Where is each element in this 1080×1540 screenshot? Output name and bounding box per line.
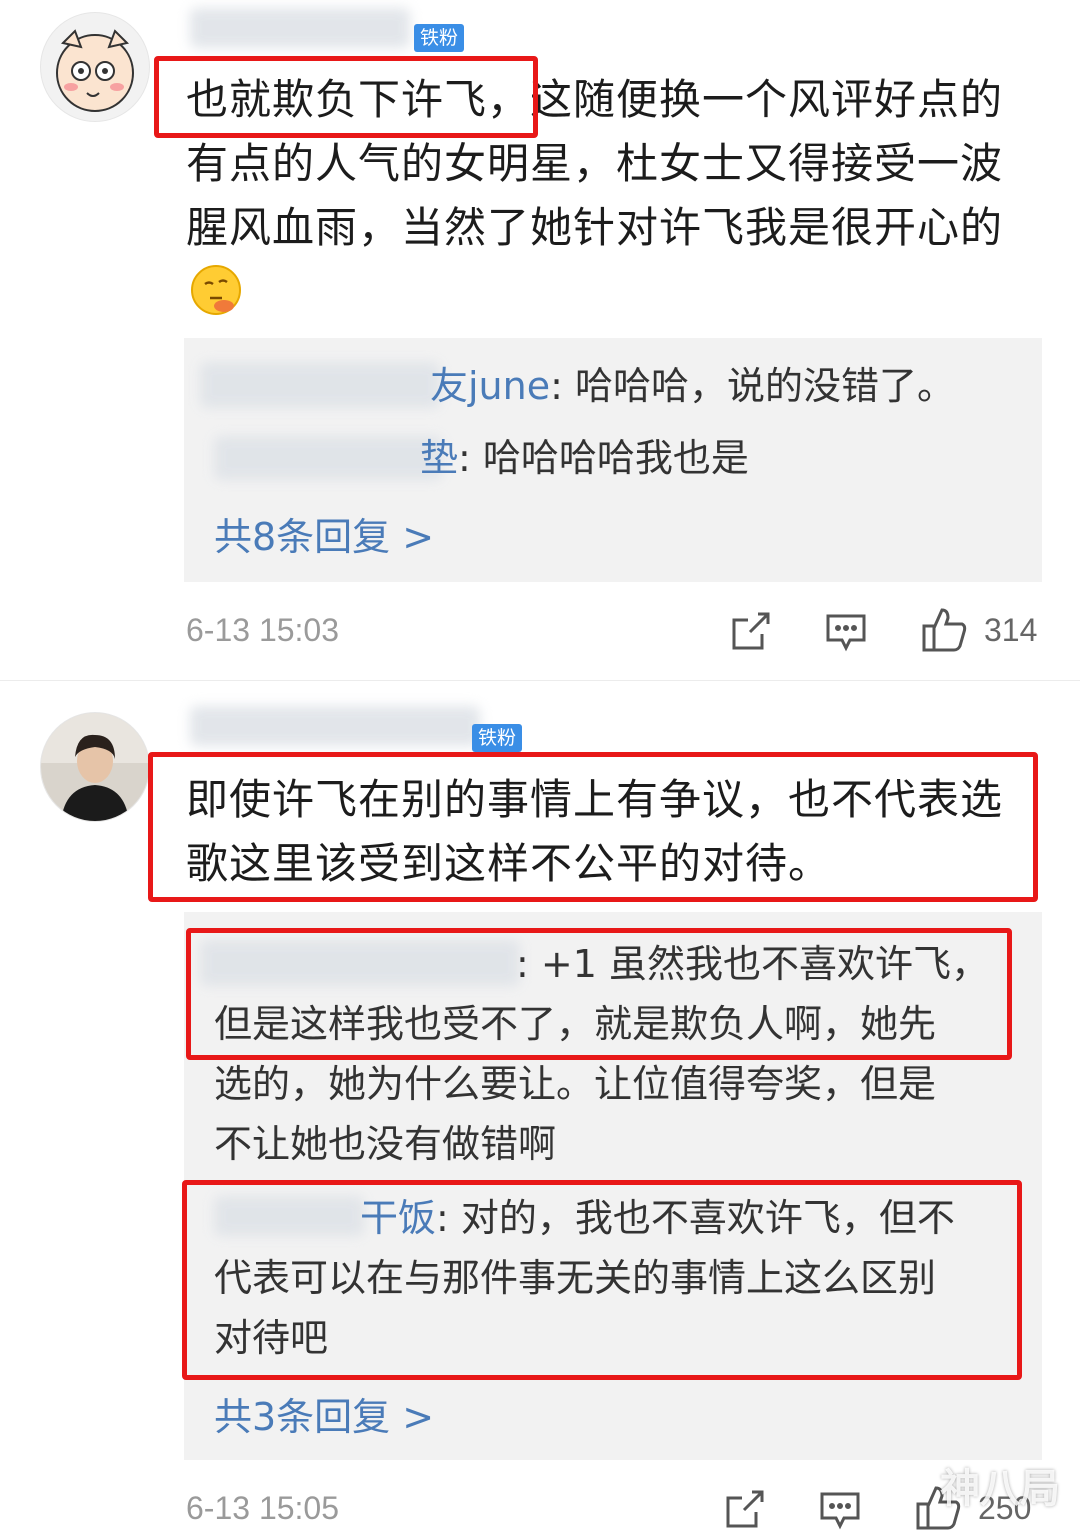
reply-text: 哈哈哈哈我也是 — [482, 436, 749, 480]
photo-avatar-icon — [41, 713, 149, 821]
comment-line: 有点的人气的女明星，杜女士又得接受一波 — [186, 139, 1004, 188]
reply-separator: : — [458, 436, 483, 480]
highlight-box — [186, 928, 1012, 1060]
more-replies-link[interactable]: 共8条回复 > — [214, 506, 434, 561]
username-blurred[interactable] — [190, 706, 480, 746]
timestamp: 6-13 15:03 — [186, 612, 340, 648]
reply-username-blurred[interactable] — [214, 436, 442, 480]
share-icon[interactable] — [728, 610, 772, 658]
comment-icon[interactable] — [818, 1488, 862, 1536]
username-blurred[interactable] — [190, 8, 410, 48]
thinking-emoji-icon — [188, 262, 244, 322]
reply-username[interactable]: 友june — [430, 364, 550, 408]
timestamp: 6-13 15:05 — [186, 1490, 340, 1526]
avatar[interactable] — [40, 712, 150, 822]
avatar[interactable] — [40, 12, 150, 122]
watermark: 神八局 — [940, 1466, 1060, 1512]
cartoon-avatar-icon — [56, 29, 134, 112]
highlight-box — [154, 56, 538, 138]
share-icon[interactable] — [722, 1488, 766, 1536]
more-replies-link[interactable]: 共3条回复 > — [214, 1386, 434, 1441]
reply-text: 哈哈哈，说的没错了。 — [575, 364, 956, 408]
comment-line: 腥风血雨，当然了她针对许飞我是很开心的 — [186, 203, 1004, 252]
highlight-box — [182, 1180, 1022, 1380]
fan-badge: 铁粉 — [472, 724, 523, 752]
reply-item: 友june: 哈哈哈，说的没错了。 — [430, 356, 955, 416]
fan-badge: 铁粉 — [414, 24, 465, 52]
comment-divider — [0, 680, 1080, 681]
like-count: 314 — [984, 612, 1038, 648]
reply-text-line: 选的，她为什么要让。让位值得夸奖，但是 — [214, 1062, 937, 1106]
reply-separator: : — [550, 364, 575, 408]
reply-item: 垫: 哈哈哈哈我也是 — [420, 428, 749, 488]
highlight-box — [148, 752, 1038, 902]
reply-text-line: 不让她也没有做错啊 — [214, 1122, 557, 1166]
reply-username-blurred[interactable] — [200, 362, 440, 408]
like-icon[interactable] — [920, 606, 968, 658]
comment-icon[interactable] — [824, 610, 868, 658]
reply-username[interactable]: 垫 — [420, 436, 458, 480]
